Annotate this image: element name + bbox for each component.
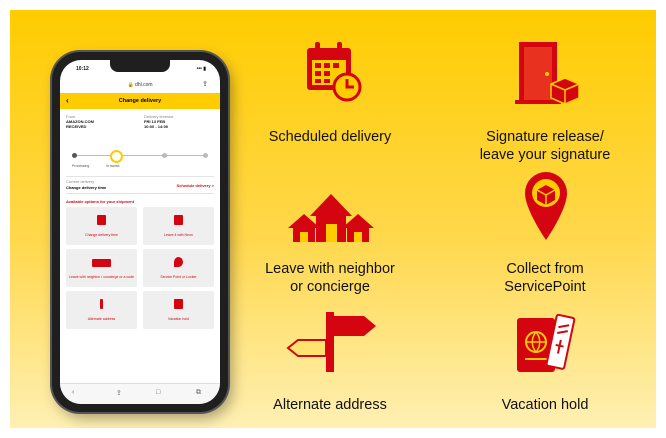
tile-label: Service Point or Locker — [160, 275, 197, 279]
door-parcel-icon — [515, 42, 579, 105]
tile-label: Change delivery time — [85, 233, 118, 237]
shipment-info: From AMAZON.COM RECEIVED Delivery timesl… — [66, 114, 214, 142]
available-options-label: Available options for your shipment — [66, 199, 135, 204]
feature-leave-with-neighbor: Leave with neighbor or concierge — [240, 190, 420, 300]
browser-toolbar: ‹ ⇪ □ ⧉ — [60, 383, 220, 404]
feature-label: Vacation hold — [501, 397, 589, 413]
promo-panel: 10:12 ••• ▮ 🔒 dhl.com ⇪ ‹ Change deliver… — [10, 10, 656, 428]
door-icon — [174, 215, 183, 225]
calendar-clock-icon — [307, 42, 362, 102]
houses-icon — [92, 259, 111, 267]
signpost-icon — [100, 299, 103, 309]
feature-label: Alternate address — [273, 397, 387, 413]
passport-icon — [174, 299, 183, 309]
progress-dot — [72, 153, 77, 158]
progress-dot — [162, 153, 167, 158]
back-nav-icon[interactable]: ‹ — [72, 389, 74, 396]
tabs-icon[interactable]: ⧉ — [196, 389, 201, 397]
shipment-progress: Processing In transit — [72, 150, 208, 170]
schedule-link[interactable]: Schedule delivery > — [177, 183, 214, 188]
tile-label: Leave with neighbor / concierge or a cod… — [69, 275, 134, 279]
signpost-icon — [286, 312, 376, 372]
tile-label: Vacation hold — [168, 317, 189, 321]
feature-label: Leave with neighbor or concierge — [265, 261, 395, 295]
from-sub: RECEIVED — [66, 124, 87, 129]
tile-label: Alternate address — [87, 317, 116, 321]
phone-screen: 10:12 ••• ▮ 🔒 dhl.com ⇪ ‹ Change deliver… — [60, 60, 220, 404]
feature-label: Collect from ServicePoint — [504, 261, 586, 295]
tile-alternate-address[interactable]: Alternate address — [66, 291, 137, 329]
feature-label: Scheduled delivery — [268, 129, 392, 145]
progress-label: In transit — [106, 164, 120, 168]
phone-mockup: 10:12 ••• ▮ 🔒 dhl.com ⇪ ‹ Change deliver… — [52, 52, 228, 412]
current-delivery-label: Current delivery — [66, 179, 95, 184]
tile-vacation-hold[interactable]: Vacation hold — [143, 291, 214, 329]
pin-icon — [174, 257, 183, 267]
progress-dot — [203, 153, 208, 158]
location-pin-parcel-icon — [525, 172, 567, 240]
feature-label: Signature release/ leave your signature — [479, 129, 611, 163]
passport-ticket-icon — [517, 313, 576, 372]
bookmarks-icon[interactable]: □ — [156, 389, 160, 396]
progress-current — [110, 150, 123, 163]
url-bar[interactable]: 🔒 dhl.com ⇪ — [60, 78, 220, 92]
page-title: Change delivery — [118, 98, 162, 104]
delivery-sub: 10:00 - 14:00 — [144, 124, 169, 129]
back-icon[interactable]: ‹ — [66, 93, 69, 109]
tile-neighbor[interactable]: Leave with neighbor / concierge or a cod… — [66, 249, 137, 287]
signal-icon: ••• ▮ — [196, 66, 206, 72]
current-delivery-value: Change delivery time — [66, 185, 107, 190]
feature-scheduled-delivery: Scheduled delivery — [240, 40, 420, 150]
current-delivery: Current delivery Change delivery time Sc… — [66, 176, 214, 194]
tile-label: Leave it with Neon — [164, 233, 193, 237]
share-nav-icon[interactable]: ⇪ — [116, 389, 122, 397]
url-text: 🔒 dhl.com — [127, 82, 153, 88]
houses-icon — [288, 194, 374, 242]
phone-notch — [110, 60, 170, 72]
tile-servicepoint[interactable]: Service Point or Locker — [143, 249, 214, 287]
feature-alternate-address: Alternate address — [240, 310, 420, 420]
share-icon[interactable]: ⇪ — [202, 78, 208, 92]
app-header: ‹ Change delivery — [60, 93, 220, 109]
tile-leave-it[interactable]: Leave it with Neon — [143, 207, 214, 245]
progress-label: Processing — [72, 164, 90, 168]
status-time: 10:12 — [76, 66, 89, 72]
tile-change-delivery[interactable]: Change delivery time — [66, 207, 137, 245]
calendar-icon — [97, 215, 106, 225]
feature-collect-servicepoint: Collect from ServicePoint — [455, 170, 635, 300]
feature-signature-release: Signature release/ leave your signature — [455, 40, 635, 170]
feature-vacation-hold: Vacation hold — [455, 310, 635, 420]
